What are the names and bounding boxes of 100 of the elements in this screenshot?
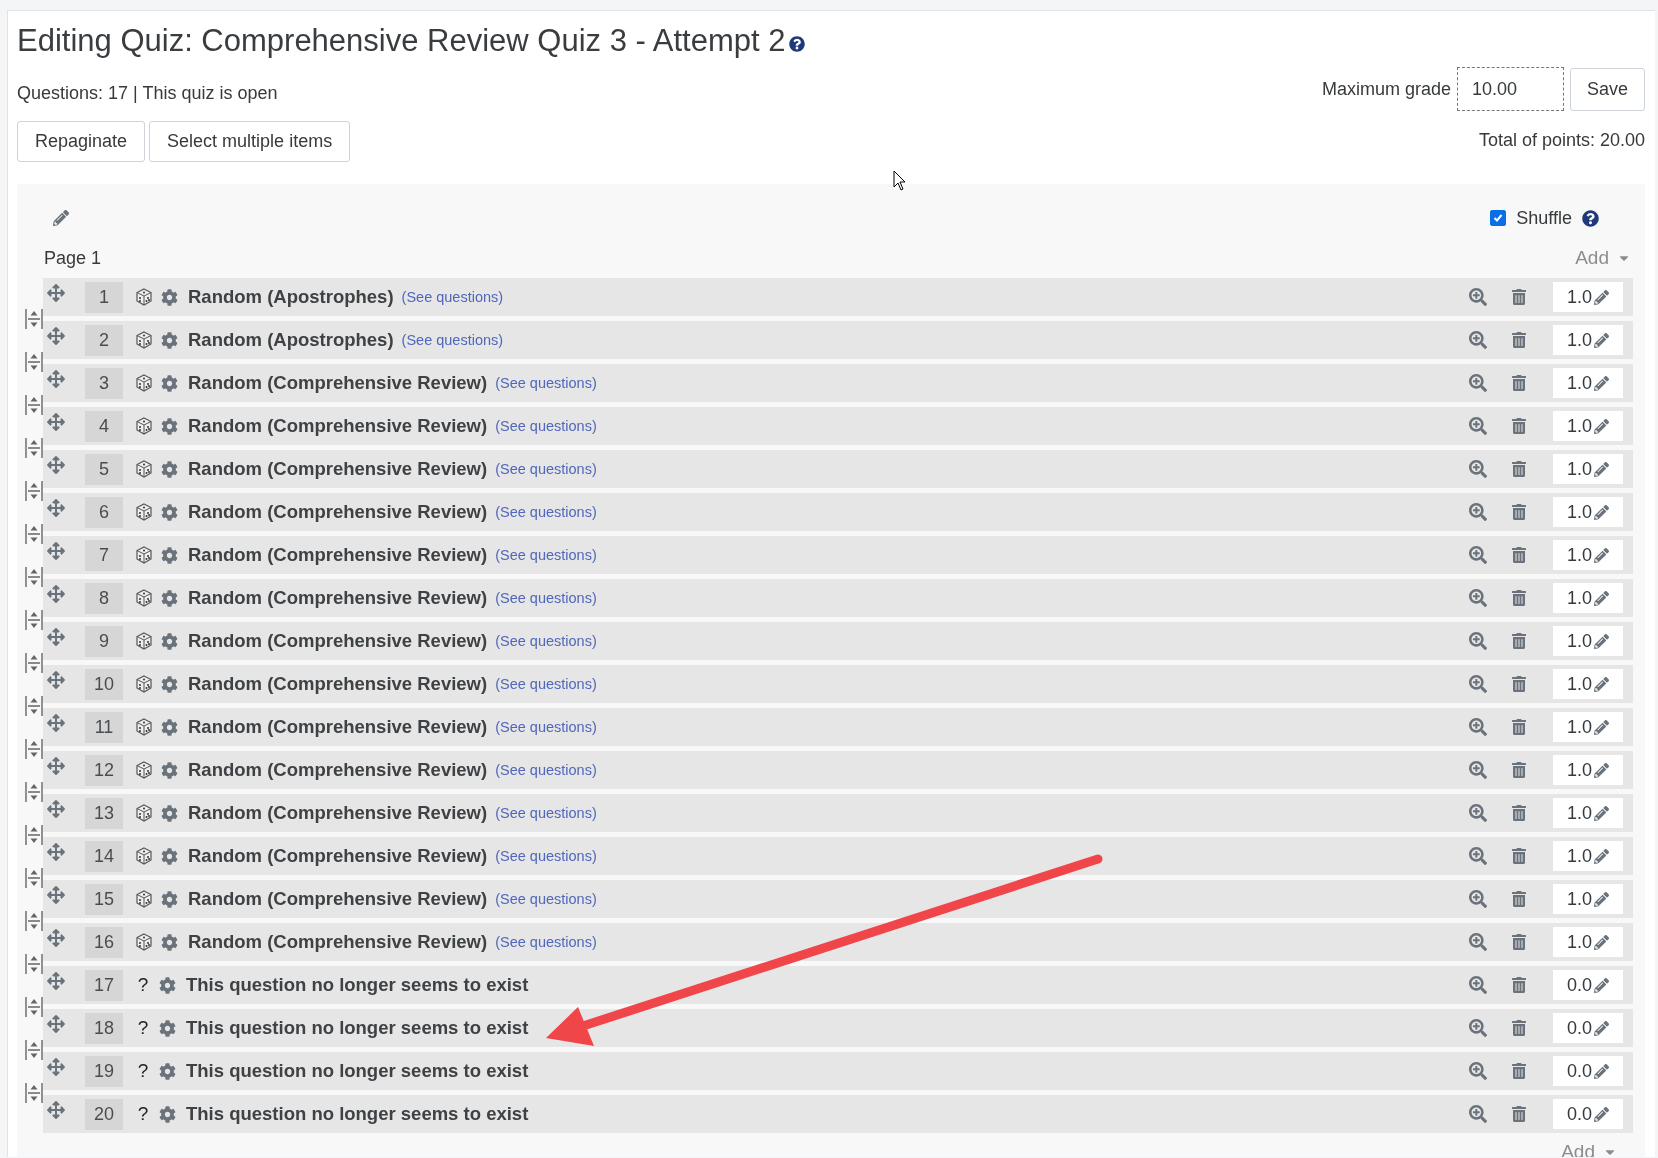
delete-icon[interactable]: [1511, 1063, 1527, 1079]
gear-icon[interactable]: [159, 976, 176, 994]
edit-icon[interactable]: [1594, 504, 1609, 520]
mark-field[interactable]: 1.0: [1553, 282, 1623, 312]
see-questions-link[interactable]: (See questions): [495, 633, 597, 649]
move-icon[interactable]: [47, 499, 65, 517]
delete-icon[interactable]: [1511, 375, 1527, 391]
page-break-icon[interactable]: [25, 781, 43, 803]
mark-field[interactable]: 1.0: [1553, 712, 1623, 742]
move-icon[interactable]: [47, 413, 65, 431]
mark-field[interactable]: 1.0: [1553, 368, 1623, 398]
preview-icon[interactable]: [1469, 761, 1487, 779]
preview-icon[interactable]: [1469, 804, 1487, 822]
edit-icon[interactable]: [1594, 1020, 1609, 1036]
mark-field[interactable]: 1.0: [1553, 755, 1623, 785]
delete-icon[interactable]: [1511, 1106, 1527, 1122]
move-icon[interactable]: [47, 585, 65, 603]
mark-field[interactable]: 1.0: [1553, 454, 1623, 484]
delete-icon[interactable]: [1511, 1020, 1527, 1036]
see-questions-link[interactable]: (See questions): [495, 719, 597, 735]
edit-icon[interactable]: [1594, 547, 1609, 563]
edit-icon[interactable]: [1594, 332, 1609, 348]
mark-field[interactable]: 1.0: [1553, 669, 1623, 699]
page-break-icon[interactable]: [25, 308, 43, 330]
move-icon[interactable]: [47, 542, 65, 560]
move-icon[interactable]: [47, 1058, 65, 1076]
see-questions-link[interactable]: (See questions): [495, 848, 597, 864]
page-break-icon[interactable]: [25, 609, 43, 631]
delete-icon[interactable]: [1511, 676, 1527, 692]
gear-icon[interactable]: [161, 288, 178, 306]
gear-icon[interactable]: [159, 1105, 176, 1123]
preview-icon[interactable]: [1469, 847, 1487, 865]
move-icon[interactable]: [47, 972, 65, 990]
mark-field[interactable]: 1.0: [1553, 583, 1623, 613]
preview-icon[interactable]: [1469, 546, 1487, 564]
preview-icon[interactable]: [1469, 417, 1487, 435]
gear-icon[interactable]: [161, 460, 178, 478]
page-break-icon[interactable]: [25, 953, 43, 975]
gear-icon[interactable]: [161, 675, 178, 693]
page-break-icon[interactable]: [25, 1082, 43, 1104]
delete-icon[interactable]: [1511, 418, 1527, 434]
edit-icon[interactable]: [53, 210, 69, 226]
page-break-icon[interactable]: [25, 351, 43, 373]
see-questions-link[interactable]: (See questions): [495, 375, 597, 391]
mark-field[interactable]: 0.0: [1553, 1013, 1623, 1043]
preview-icon[interactable]: [1469, 589, 1487, 607]
move-icon[interactable]: [47, 370, 65, 388]
shuffle-checkbox[interactable]: [1490, 210, 1507, 226]
see-questions-link[interactable]: (See questions): [495, 676, 597, 692]
mark-field[interactable]: 0.0: [1553, 970, 1623, 1000]
page-break-icon[interactable]: [25, 738, 43, 760]
gear-icon[interactable]: [161, 417, 178, 435]
gear-icon[interactable]: [159, 1062, 176, 1080]
delete-icon[interactable]: [1511, 805, 1527, 821]
delete-icon[interactable]: [1511, 934, 1527, 950]
move-icon[interactable]: [47, 843, 65, 861]
page-break-icon[interactable]: [25, 910, 43, 932]
move-icon[interactable]: [47, 628, 65, 646]
gear-icon[interactable]: [161, 374, 178, 392]
see-questions-link[interactable]: (See questions): [495, 934, 597, 950]
page-break-icon[interactable]: [25, 652, 43, 674]
see-questions-link[interactable]: (See questions): [495, 418, 597, 434]
move-icon[interactable]: [47, 327, 65, 345]
mark-field[interactable]: 1.0: [1553, 927, 1623, 957]
gear-icon[interactable]: [161, 632, 178, 650]
preview-icon[interactable]: [1469, 331, 1487, 349]
delete-icon[interactable]: [1511, 289, 1527, 305]
mark-field[interactable]: 1.0: [1553, 411, 1623, 441]
gear-icon[interactable]: [161, 847, 178, 865]
repaginate-button[interactable]: Repaginate: [17, 121, 146, 162]
delete-icon[interactable]: [1511, 719, 1527, 735]
mark-field[interactable]: 0.0: [1553, 1056, 1623, 1086]
preview-icon[interactable]: [1469, 374, 1487, 392]
preview-icon[interactable]: [1469, 288, 1487, 306]
move-icon[interactable]: [47, 671, 65, 689]
move-icon[interactable]: [47, 757, 65, 775]
max-grade-input[interactable]: 10.00: [1456, 67, 1564, 111]
page-break-icon[interactable]: [25, 566, 43, 588]
gear-icon[interactable]: [161, 503, 178, 521]
see-questions-link[interactable]: (See questions): [495, 547, 597, 563]
gear-icon[interactable]: [161, 589, 178, 607]
edit-icon[interactable]: [1594, 1106, 1609, 1122]
edit-icon[interactable]: [1594, 934, 1609, 950]
delete-icon[interactable]: [1511, 891, 1527, 907]
gear-icon[interactable]: [161, 718, 178, 736]
select-items-button[interactable]: Select multiple items: [149, 121, 351, 162]
preview-icon[interactable]: [1469, 503, 1487, 521]
delete-icon[interactable]: [1511, 977, 1527, 993]
delete-icon[interactable]: [1511, 332, 1527, 348]
move-icon[interactable]: [47, 929, 65, 947]
see-questions-link[interactable]: (See questions): [401, 332, 504, 348]
see-questions-link[interactable]: (See questions): [495, 504, 597, 520]
gear-icon[interactable]: [161, 933, 178, 951]
edit-icon[interactable]: [1594, 590, 1609, 606]
edit-icon[interactable]: [1594, 461, 1609, 477]
mark-field[interactable]: 1.0: [1553, 497, 1623, 527]
move-icon[interactable]: [47, 1015, 65, 1033]
see-questions-link[interactable]: (See questions): [495, 461, 597, 477]
preview-icon[interactable]: [1469, 460, 1487, 478]
delete-icon[interactable]: [1511, 848, 1527, 864]
